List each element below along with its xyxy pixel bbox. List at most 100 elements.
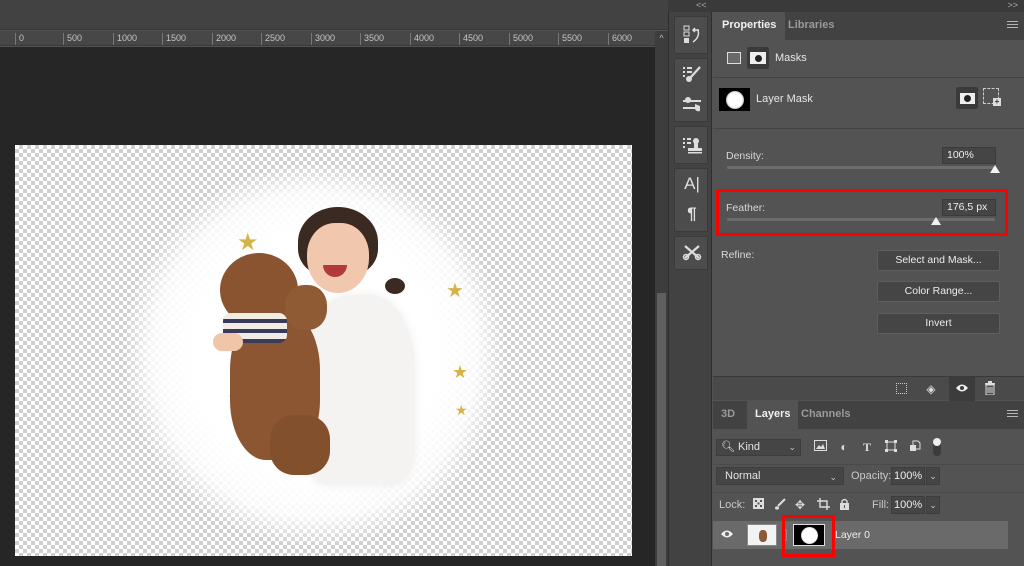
- fill-input[interactable]: 100%: [891, 496, 925, 514]
- clone-source-icon[interactable]: [675, 127, 709, 163]
- ruler-tick: 1000: [113, 33, 137, 45]
- ruler-tick: 3000: [311, 33, 335, 45]
- history-icon[interactable]: [675, 17, 709, 53]
- feather-slider-thumb[interactable]: [931, 217, 942, 225]
- lock-all-icon[interactable]: [837, 498, 851, 512]
- properties-footer: ◈: [713, 376, 1024, 401]
- feather-slider-track[interactable]: [727, 218, 995, 221]
- ruler-tick: 1500: [162, 33, 186, 45]
- vertical-scrollbar[interactable]: ^: [655, 31, 668, 566]
- document-tab-bar: [0, 0, 668, 30]
- filter-pixel-icon[interactable]: [813, 440, 827, 454]
- load-selection-icon[interactable]: [896, 383, 907, 394]
- star-decoration: ★: [452, 362, 469, 382]
- tool-group-clone: [674, 126, 708, 164]
- color-range-button[interactable]: Color Range...: [877, 281, 1000, 302]
- ruler-tick: 4500: [459, 33, 483, 45]
- lock-row: Lock: ✥ Fill: 100% ⌄: [713, 492, 1024, 516]
- lock-transparent-pixels-icon[interactable]: [751, 498, 765, 512]
- ruler-tick: 0: [15, 33, 24, 45]
- layer-mask-icon[interactable]: [747, 47, 769, 69]
- collapse-right-icon[interactable]: >>: [1007, 0, 1018, 10]
- add-vector-mask-button[interactable]: +: [983, 88, 1001, 106]
- tab-channels[interactable]: Channels: [793, 401, 859, 429]
- filter-toggle[interactable]: [933, 438, 941, 456]
- filter-adjustment-icon[interactable]: ◐: [837, 440, 851, 454]
- canvas-area[interactable]: ★ ★ ★ ★ ★: [0, 47, 655, 566]
- layer-visibility-eye-icon[interactable]: [720, 528, 734, 542]
- filter-smart-object-icon[interactable]: [908, 440, 922, 454]
- lock-label: Lock:: [719, 499, 746, 511]
- opacity-label: Opacity:: [851, 470, 892, 482]
- tool-group-history: [674, 16, 708, 54]
- density-input[interactable]: 100%: [942, 147, 996, 164]
- girl-face: [307, 223, 369, 293]
- tab-layers[interactable]: Layers: [747, 401, 799, 429]
- ruler-tick: 6000: [608, 33, 632, 45]
- layers-tab-bar: 3D Layers Channels: [713, 401, 1024, 429]
- filter-type-icon[interactable]: T: [860, 440, 874, 454]
- layer-name[interactable]: Layer 0: [835, 529, 870, 541]
- character-icon[interactable]: A|: [675, 169, 709, 199]
- select-and-mask-button[interactable]: Select and Mask...: [877, 250, 1000, 271]
- tools-icon[interactable]: [675, 237, 709, 267]
- opacity-input[interactable]: 100%: [891, 467, 925, 485]
- blend-mode-select[interactable]: Normal ⌄: [716, 467, 844, 485]
- panel-menu-icon[interactable]: [1007, 21, 1018, 30]
- lock-position-icon[interactable]: ✥: [793, 498, 807, 512]
- masks-label: Masks: [775, 52, 807, 64]
- ruler-tick: 2000: [212, 33, 236, 45]
- filter-shape-icon[interactable]: [884, 440, 898, 454]
- eye-icon: [954, 381, 970, 397]
- properties-panel: Properties Libraries Masks Layer Mask + …: [713, 12, 1024, 401]
- layer-thumbnail[interactable]: [747, 524, 777, 546]
- tab-properties[interactable]: Properties: [713, 12, 786, 40]
- layers-panel: 3D Layers Channels 🔍︎ Kind ⌄ ◐ T Normal …: [713, 401, 1024, 566]
- tab-libraries[interactable]: Libraries: [779, 12, 843, 40]
- apply-mask-icon[interactable]: ◈: [923, 381, 939, 397]
- density-slider-thumb[interactable]: [990, 165, 1000, 173]
- masks-header: Masks: [713, 40, 1024, 78]
- collapse-left-icon[interactable]: <<: [696, 0, 707, 10]
- pixel-mask-icon[interactable]: [727, 52, 741, 64]
- blend-mode-value: Normal: [725, 470, 761, 482]
- chevron-down-icon: ⌄: [788, 442, 796, 452]
- layer-mask-row: Layer Mask +: [713, 79, 1024, 129]
- paragraph-icon[interactable]: ¶: [675, 199, 709, 229]
- refine-label: Refine:: [721, 249, 755, 261]
- scroll-up-icon[interactable]: ^: [655, 33, 668, 43]
- ruler-tick: 5500: [558, 33, 582, 45]
- visibility-toggle[interactable]: [949, 377, 975, 401]
- lock-artboard-icon[interactable]: [816, 498, 830, 512]
- brush-settings-icon[interactable]: [675, 59, 709, 89]
- star-decoration: ★: [446, 280, 464, 302]
- photoshop-window: 0 500 1000 1500 2000 2500 3000 3500 4000…: [0, 0, 1024, 566]
- invert-button[interactable]: Invert: [877, 313, 1000, 334]
- feather-input[interactable]: 176,5 px: [942, 199, 996, 216]
- teddy-bear-arm: [285, 285, 327, 330]
- tool-group-tools: [674, 236, 708, 270]
- feather-label: Feather:: [726, 202, 766, 214]
- tool-group-type: A| ¶: [674, 168, 708, 232]
- chevron-down-icon: ⌄: [829, 472, 837, 482]
- horizontal-ruler: 0 500 1000 1500 2000 2500 3000 3500 4000…: [0, 31, 655, 46]
- lock-image-pixels-icon[interactable]: [773, 498, 787, 512]
- layer-row[interactable]: Layer 0: [713, 521, 1008, 549]
- document-canvas[interactable]: ★ ★ ★ ★ ★: [15, 145, 632, 556]
- layer-filter-row: 🔍︎ Kind ⌄ ◐ T: [713, 436, 1024, 458]
- density-label: Density:: [726, 150, 764, 162]
- properties-tab-bar: Properties Libraries: [713, 12, 1024, 40]
- delete-icon[interactable]: [982, 381, 998, 397]
- filter-kind-select[interactable]: 🔍︎ Kind ⌄: [716, 439, 801, 456]
- density-slider-track[interactable]: [727, 166, 995, 169]
- fill-dropdown[interactable]: ⌄: [926, 496, 940, 514]
- mask-thumbnail: [719, 88, 750, 111]
- tab-3d[interactable]: 3D: [713, 401, 743, 429]
- add-pixel-mask-button[interactable]: [956, 87, 978, 109]
- blend-row: Normal ⌄ Opacity: 100% ⌄: [713, 464, 1024, 486]
- scrollbar-thumb[interactable]: [657, 293, 666, 566]
- opacity-dropdown[interactable]: ⌄: [926, 467, 940, 485]
- ruler-tick: 500: [63, 33, 82, 45]
- adjustments-icon[interactable]: [675, 89, 709, 119]
- layers-menu-icon[interactable]: [1007, 410, 1018, 419]
